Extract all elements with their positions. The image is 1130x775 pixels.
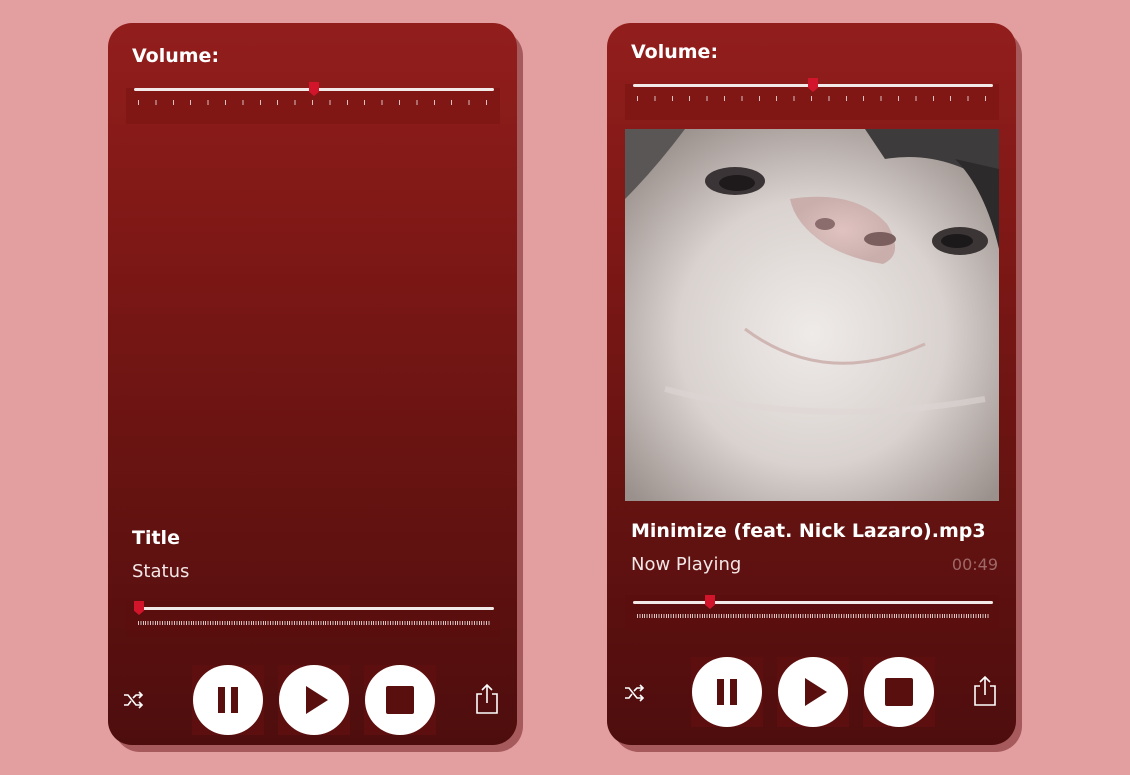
- shuffle-icon[interactable]: [122, 691, 144, 713]
- stop-icon: [365, 665, 435, 735]
- seek-slider[interactable]: [126, 601, 500, 637]
- seek-track[interactable]: [134, 607, 494, 610]
- volume-slider[interactable]: [625, 78, 999, 120]
- play-button[interactable]: [777, 657, 849, 727]
- volume-thumb[interactable]: [808, 78, 818, 92]
- stop-icon: [864, 657, 934, 727]
- track-title: Minimize (feat. Nick Lazaro).mp3: [631, 520, 986, 542]
- track-status: Now Playing: [631, 554, 742, 575]
- album-art: [625, 129, 999, 501]
- volume-slider[interactable]: [126, 82, 500, 124]
- pause-button[interactable]: [691, 657, 763, 727]
- pause-button[interactable]: [192, 665, 264, 735]
- seek-thumb[interactable]: [705, 595, 715, 609]
- track-status: Status: [132, 561, 190, 582]
- seek-slider[interactable]: [625, 595, 999, 631]
- play-icon: [778, 657, 848, 727]
- stop-button[interactable]: [863, 657, 935, 727]
- volume-label: Volume:: [631, 41, 719, 63]
- volume-ticks: [138, 100, 490, 105]
- cat-closeup-image: [625, 129, 999, 501]
- player-card-right: Volume: Minimize (feat. Nick Lazaro).mp3…: [607, 23, 1016, 745]
- seek-thumb[interactable]: [134, 601, 144, 615]
- seek-ticks: [637, 614, 989, 618]
- pause-icon: [692, 657, 762, 727]
- seek-track[interactable]: [633, 601, 993, 604]
- volume-ticks: [637, 96, 989, 101]
- volume-thumb[interactable]: [309, 82, 319, 96]
- pause-icon: [193, 665, 263, 735]
- player-card-left: Volume: Title Status: [108, 23, 517, 745]
- seek-ticks: [138, 621, 490, 625]
- share-icon[interactable]: [972, 675, 998, 711]
- share-icon[interactable]: [474, 683, 500, 719]
- track-title: Title: [132, 527, 180, 549]
- shuffle-icon[interactable]: [623, 684, 645, 706]
- stop-button[interactable]: [364, 665, 436, 735]
- play-button[interactable]: [278, 665, 350, 735]
- play-icon: [279, 665, 349, 735]
- volume-label: Volume:: [132, 45, 220, 67]
- track-time: 00:49: [951, 555, 998, 574]
